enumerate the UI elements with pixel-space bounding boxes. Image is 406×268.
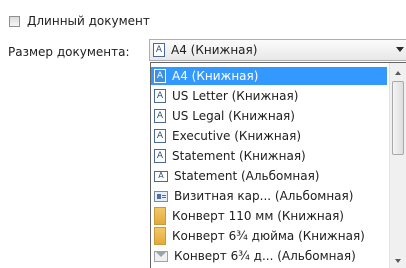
option-label: Executive (Книжная) bbox=[172, 129, 301, 143]
envelope-portrait-icon bbox=[154, 207, 166, 225]
portrait-page-icon: A bbox=[154, 109, 166, 123]
long-document-checkbox[interactable] bbox=[9, 15, 20, 27]
document-size-dropdown[interactable]: A A4 (Книжная) bbox=[149, 39, 406, 61]
options-scrollbar[interactable] bbox=[389, 63, 406, 268]
document-size-options-list[interactable]: A A4 (Книжная) A US Letter (Книжная) A U… bbox=[150, 62, 406, 268]
scroll-down-arrow-icon[interactable] bbox=[395, 259, 401, 263]
document-size-option[interactable]: Конверт 110 мм (Книжная) bbox=[151, 207, 387, 225]
portrait-page-icon: A bbox=[154, 69, 166, 83]
envelope-landscape-icon bbox=[154, 250, 168, 262]
option-label: Statement (Альбомная) bbox=[174, 169, 320, 183]
document-size-option[interactable]: A US Letter (Книжная) bbox=[151, 87, 387, 105]
option-label: A4 (Книжная) bbox=[172, 69, 259, 83]
document-size-option[interactable]: A Executive (Книжная) bbox=[151, 127, 387, 145]
document-size-option[interactable]: A A4 (Книжная) bbox=[151, 67, 387, 85]
option-label: US Legal (Книжная) bbox=[172, 109, 295, 123]
landscape-page-icon: A bbox=[154, 170, 168, 182]
option-label: Statement (Книжная) bbox=[172, 149, 306, 163]
business-card-icon bbox=[154, 190, 168, 202]
document-size-option[interactable]: Конверт 6¾ д... (Альбомная) bbox=[151, 247, 387, 265]
document-size-option[interactable]: A Statement (Альбомная) bbox=[151, 167, 387, 185]
envelope-portrait-icon bbox=[154, 227, 166, 245]
option-label: Визитная кар... (Альбомная) bbox=[174, 189, 354, 203]
chevron-down-icon[interactable] bbox=[396, 47, 404, 52]
document-size-option[interactable]: A Statement (Книжная) bbox=[151, 147, 387, 165]
option-label: US Letter (Книжная) bbox=[172, 89, 299, 103]
document-size-label: Размер документа: bbox=[8, 45, 130, 59]
long-document-checkbox-row[interactable]: Длинный документ bbox=[9, 14, 150, 28]
document-size-selected-value: A4 (Книжная) bbox=[171, 43, 258, 57]
portrait-page-icon: A bbox=[154, 129, 166, 143]
scrollbar-thumb[interactable] bbox=[392, 81, 404, 155]
long-document-label: Длинный документ bbox=[27, 14, 150, 28]
document-size-option[interactable]: Визитная кар... (Альбомная) bbox=[151, 187, 387, 205]
portrait-page-icon: A bbox=[153, 43, 165, 57]
document-size-option[interactable]: Конверт 6¾ дюйма (Книжная) bbox=[151, 227, 387, 245]
portrait-page-icon: A bbox=[154, 149, 166, 163]
option-label: Конверт 6¾ д... (Альбомная) bbox=[174, 249, 356, 263]
scroll-up-arrow-icon[interactable] bbox=[395, 71, 401, 75]
portrait-page-icon: A bbox=[154, 89, 166, 103]
option-label: Конверт 110 мм (Книжная) bbox=[172, 209, 344, 223]
option-label: Конверт 6¾ дюйма (Книжная) bbox=[172, 229, 365, 243]
document-size-option[interactable]: A US Legal (Книжная) bbox=[151, 107, 387, 125]
